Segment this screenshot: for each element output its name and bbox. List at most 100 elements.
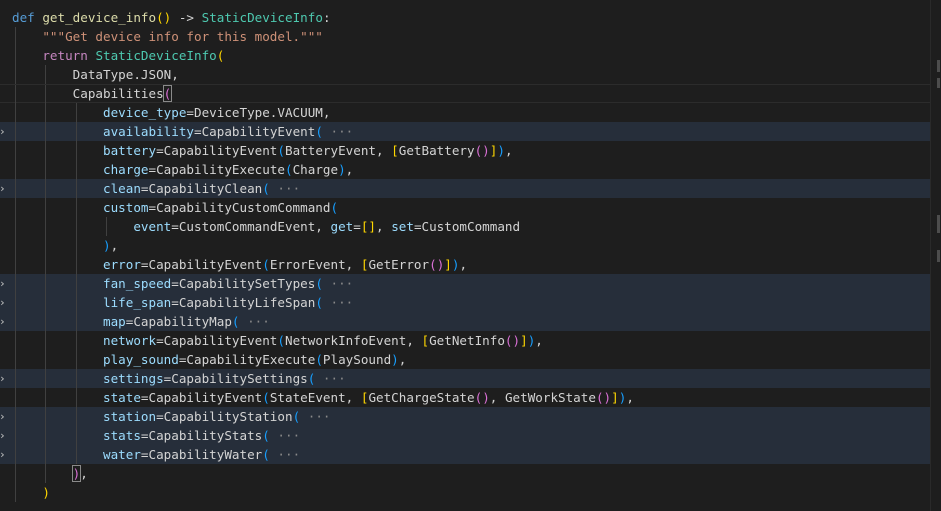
code-token: =CapabilityLifeSpan: [171, 295, 316, 310]
code-token: =CapabilityEvent: [140, 390, 263, 405]
code-line[interactable]: › map=CapabilityMap( ···: [0, 312, 931, 331]
code-line[interactable]: play_sound=CapabilityExecute(PlaySound),: [0, 350, 931, 369]
code-token: GetNetInfo: [429, 333, 505, 348]
code-token: Capabilities: [72, 86, 164, 101]
code-token: (: [315, 124, 323, 139]
code-token: =DeviceType.VACUUM,: [186, 105, 331, 120]
code-line[interactable]: › stats=CapabilityStats( ···: [0, 426, 931, 445]
code-text: custom=CapabilityCustomCommand(: [12, 198, 338, 217]
code-token: DataType: [72, 67, 134, 82]
code-line[interactable]: return StaticDeviceInfo(: [0, 46, 931, 65]
code-token: stats: [103, 428, 141, 443]
minimap[interactable]: [930, 0, 941, 511]
code-token: (: [231, 314, 240, 329]
code-token: ]: [444, 257, 452, 272]
chevron-right-icon[interactable]: ›: [0, 407, 7, 426]
chevron-right-icon[interactable]: ›: [0, 312, 7, 331]
chevron-right-icon[interactable]: ›: [0, 122, 7, 141]
code-text: battery=CapabilityEvent(BatteryEvent, [G…: [12, 141, 513, 160]
code-line[interactable]: Capabilities(: [0, 84, 931, 104]
code-token: [: [391, 143, 399, 158]
code-line[interactable]: › life_span=CapabilityLifeSpan( ···: [0, 293, 931, 312]
code-token: ,: [110, 238, 119, 253]
code-line[interactable]: battery=CapabilityEvent(BatteryEvent, [G…: [0, 141, 931, 160]
minimap-mark: [937, 60, 940, 72]
code-line[interactable]: › clean=CapabilityClean( ···: [0, 179, 931, 198]
code-token: ): [482, 390, 490, 405]
chevron-right-icon[interactable]: ›: [0, 274, 7, 293]
code-line[interactable]: device_type=DeviceType.VACUUM,: [0, 103, 931, 122]
code-token: ): [103, 238, 111, 253]
code-text: stats=CapabilityStats( ···: [12, 426, 300, 445]
code-token: ]: [520, 333, 528, 348]
code-line[interactable]: ): [0, 483, 931, 502]
chevron-right-icon[interactable]: ›: [0, 179, 7, 198]
code-token: ···: [322, 295, 354, 310]
code-line[interactable]: ),: [0, 464, 931, 483]
chevron-right-icon[interactable]: ›: [0, 369, 7, 388]
code-token: (: [162, 85, 173, 102]
code-line[interactable]: › station=CapabilityStation( ···: [0, 407, 931, 426]
code-text: life_span=CapabilityLifeSpan( ···: [12, 293, 353, 312]
code-line[interactable]: DataType.JSON,: [0, 65, 931, 84]
code-text: error=CapabilityEvent(ErrorEvent, [GetEr…: [12, 255, 467, 274]
code-token: ···: [322, 124, 354, 139]
chevron-right-icon[interactable]: ›: [0, 445, 7, 464]
minimap-mark: [937, 250, 940, 262]
code-token: charge: [103, 162, 149, 177]
code-token: (: [315, 295, 323, 310]
code-line[interactable]: › water=CapabilityWater( ···: [0, 445, 931, 464]
code-token: ···: [239, 314, 270, 329]
minimap-mark: [937, 78, 940, 88]
chevron-right-icon[interactable]: ›: [0, 426, 7, 445]
code-line[interactable]: error=CapabilityEvent(ErrorEvent, [GetEr…: [0, 255, 931, 274]
chevron-right-icon[interactable]: ›: [0, 293, 7, 312]
code-token: =CapabilityEvent: [194, 124, 316, 139]
code-line[interactable]: › settings=CapabilitySettings( ···: [0, 369, 931, 388]
code-token: (: [277, 143, 285, 158]
code-text: availability=CapabilityEvent( ···: [12, 122, 353, 141]
code-line[interactable]: › fan_speed=CapabilitySetTypes( ···: [0, 274, 931, 293]
code-token: ···: [269, 181, 301, 196]
code-line[interactable]: custom=CapabilityCustomCommand(: [0, 198, 931, 217]
code-token: (: [262, 257, 270, 272]
code-token: =CustomCommandEvent,: [171, 219, 331, 234]
code-token: =: [353, 219, 361, 234]
code-token: ): [42, 485, 50, 500]
minimap-mark: [937, 215, 940, 233]
code-text: ),: [12, 464, 88, 483]
code-text: device_type=DeviceType.VACUUM,: [12, 103, 330, 122]
code-token: availability: [103, 124, 194, 139]
code-token: ,: [80, 466, 88, 481]
code-token: =CapabilityStats: [140, 428, 263, 443]
code-token: ): [391, 352, 399, 367]
code-token: =CapabilityEvent: [156, 143, 278, 158]
code-token: =CapabilityClean: [140, 181, 263, 196]
code-line[interactable]: network=CapabilityEvent(NetworkInfoEvent…: [0, 331, 931, 350]
code-token: :: [322, 10, 331, 25]
code-token: GetChargeState: [368, 390, 475, 405]
code-editor[interactable]: def get_device_info() -> StaticDeviceInf…: [0, 0, 941, 511]
code-token: ,: [398, 352, 407, 367]
code-line[interactable]: charge=CapabilityExecute(Charge),: [0, 160, 931, 179]
code-token: ···: [315, 371, 346, 386]
code-line[interactable]: state=CapabilityEvent(StateEvent, [GetCh…: [0, 388, 931, 407]
code-line[interactable]: def get_device_info() -> StaticDeviceInf…: [0, 8, 931, 27]
code-line[interactable]: › availability=CapabilityEvent( ···: [0, 122, 931, 141]
code-token: StateEvent,: [269, 390, 361, 405]
code-token: play_sound: [103, 352, 179, 367]
code-line[interactable]: event=CustomCommandEvent, get=[], set=Cu…: [0, 217, 931, 236]
code-line[interactable]: ),: [0, 236, 931, 255]
code-line[interactable]: """Get device info for this model.""": [0, 27, 931, 46]
